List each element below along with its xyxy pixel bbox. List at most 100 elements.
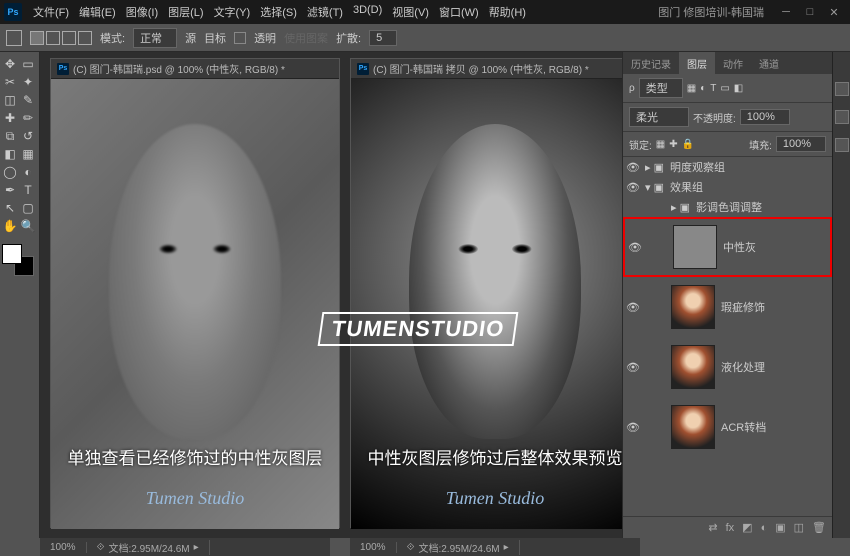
diffusion-field[interactable]: 5: [369, 30, 397, 46]
visibility-icon[interactable]: 👁: [627, 161, 639, 173]
zoom-tool[interactable]: 🔍: [20, 218, 36, 234]
dodge-tool[interactable]: ◐: [20, 164, 36, 180]
layer-group-luminosity[interactable]: 👁 ▸ ▣明度观察组: [623, 157, 832, 177]
heal-tool[interactable]: ✚: [2, 110, 18, 126]
document-tab-1[interactable]: Ps (C) 图门-韩国瑞.psd @ 100% (中性灰, RGB/8) *: [51, 59, 339, 79]
close-button[interactable]: ✕: [822, 3, 846, 21]
menu-layer[interactable]: 图层(L): [163, 4, 208, 20]
visibility-icon[interactable]: 👁: [629, 241, 641, 253]
layer-group-effects[interactable]: 👁 ▾ ▣效果组: [623, 177, 832, 197]
new-layer-icon[interactable]: ◫: [794, 521, 804, 534]
doc-info-icon[interactable]: ⟐: [407, 542, 415, 553]
filter-smart-icon[interactable]: ◧: [734, 83, 743, 94]
tab-history[interactable]: 历史记录: [623, 52, 679, 75]
visibility-icon[interactable]: 👁: [627, 421, 639, 433]
menu-edit[interactable]: 编辑(E): [74, 4, 121, 20]
menu-3d[interactable]: 3D(D): [348, 4, 387, 20]
crop-tool[interactable]: ◫: [2, 92, 18, 108]
shape-tool[interactable]: ▢: [20, 200, 36, 216]
lock-all-icon[interactable]: 🔒: [682, 139, 694, 150]
lock-pixels-icon[interactable]: ▦: [656, 139, 665, 150]
hand-tool[interactable]: ✋: [2, 218, 18, 234]
layer-thumb[interactable]: [671, 345, 715, 389]
menu-type[interactable]: 文字(Y): [209, 4, 256, 20]
layer-name[interactable]: 瑕疵修饰: [721, 299, 765, 315]
patch-new-icon[interactable]: [30, 31, 44, 45]
eyedropper-tool[interactable]: ✎: [20, 92, 36, 108]
opacity-field[interactable]: 100%: [740, 109, 790, 125]
layer-mask-icon[interactable]: ◩: [742, 521, 752, 534]
visibility-icon[interactable]: [627, 201, 639, 213]
layer-neutral-gray[interactable]: 👁 中性灰: [623, 217, 832, 277]
adjustment-layer-icon[interactable]: ◐: [761, 522, 768, 534]
patch-add-icon[interactable]: [46, 31, 60, 45]
layer-acr[interactable]: 👁 ACR转档: [623, 397, 832, 457]
zoom-field[interactable]: 100%: [40, 542, 87, 553]
menu-image[interactable]: 图像(I): [121, 4, 163, 20]
layer-fx-icon[interactable]: fx: [726, 522, 735, 534]
layer-thumb[interactable]: [671, 405, 715, 449]
layer-name[interactable]: 液化处理: [721, 359, 765, 375]
layer-blemish[interactable]: 👁 瑕疵修饰: [623, 277, 832, 337]
document-window-1[interactable]: Ps (C) 图门-韩国瑞.psd @ 100% (中性灰, RGB/8) * …: [50, 58, 340, 528]
mode-dropdown[interactable]: 正常: [133, 28, 177, 48]
visibility-icon[interactable]: 👁: [627, 181, 639, 193]
visibility-icon[interactable]: 👁: [627, 361, 639, 373]
zoom-field[interactable]: 100%: [350, 542, 397, 553]
foreground-swatch[interactable]: [2, 244, 22, 264]
menu-file[interactable]: 文件(F): [28, 4, 74, 20]
patch-int-icon[interactable]: [78, 31, 92, 45]
menu-view[interactable]: 视图(V): [387, 4, 434, 20]
maximize-button[interactable]: □: [798, 3, 822, 21]
move-tool[interactable]: ✥: [2, 56, 18, 72]
tab-channels[interactable]: 通道: [751, 52, 787, 75]
tool-preset-icon[interactable]: [6, 30, 22, 46]
filter-shape-icon[interactable]: ▭: [720, 83, 729, 94]
menu-filter[interactable]: 滤镜(T): [302, 4, 348, 20]
stamp-tool[interactable]: ⧉: [2, 128, 18, 144]
layer-adjustment[interactable]: ▸ ▣影调色调调整: [623, 197, 832, 217]
collapsed-panel-icon[interactable]: [835, 110, 849, 124]
layer-thumb[interactable]: [671, 285, 715, 329]
history-brush-tool[interactable]: ↺: [20, 128, 36, 144]
tab-layers[interactable]: 图层: [679, 52, 715, 75]
transparent-checkbox[interactable]: [234, 32, 246, 44]
type-tool[interactable]: T: [20, 182, 36, 198]
patch-sub-icon[interactable]: [62, 31, 76, 45]
visibility-icon[interactable]: 👁: [627, 301, 639, 313]
source-option[interactable]: 源: [185, 30, 196, 46]
target-option[interactable]: 目标: [204, 30, 226, 46]
layer-thumb[interactable]: [673, 225, 717, 269]
menu-help[interactable]: 帮助(H): [484, 4, 531, 20]
lasso-tool[interactable]: ✂: [2, 74, 18, 90]
delete-layer-icon[interactable]: 🗑: [812, 521, 826, 534]
layer-name[interactable]: 中性灰: [723, 239, 756, 255]
filter-image-icon[interactable]: ▦: [687, 83, 696, 94]
menu-window[interactable]: 窗口(W): [434, 4, 484, 20]
link-layers-icon[interactable]: ⇄: [708, 521, 717, 534]
blend-mode-dropdown[interactable]: 柔光: [629, 107, 689, 127]
lock-position-icon[interactable]: ✚: [669, 139, 677, 150]
doc-info-icon[interactable]: ⟐: [97, 542, 105, 553]
fill-field[interactable]: 100%: [776, 136, 826, 152]
document-tab-2[interactable]: Ps (C) 图门-韩国瑞 拷贝 @ 100% (中性灰, RGB/8) *: [351, 59, 622, 79]
filter-type-icon[interactable]: T: [710, 83, 716, 94]
wand-tool[interactable]: ✦: [20, 74, 36, 90]
pen-tool[interactable]: ✒: [2, 182, 18, 198]
blur-tool[interactable]: ◯: [2, 164, 18, 180]
brush-tool[interactable]: ✏: [20, 110, 36, 126]
gradient-tool[interactable]: ▦: [20, 146, 36, 162]
menu-select[interactable]: 选择(S): [255, 4, 302, 20]
path-tool[interactable]: ↖: [2, 200, 18, 216]
minimize-button[interactable]: ─: [774, 3, 798, 21]
tab-actions[interactable]: 动作: [715, 52, 751, 75]
layer-name[interactable]: ACR转档: [721, 419, 766, 435]
layer-liquify[interactable]: 👁 液化处理: [623, 337, 832, 397]
marquee-tool[interactable]: ▭: [20, 56, 36, 72]
collapsed-panel-icon[interactable]: [835, 82, 849, 96]
eraser-tool[interactable]: ◧: [2, 146, 18, 162]
group-icon[interactable]: ▣: [775, 521, 785, 534]
filter-kind-dropdown[interactable]: 类型: [639, 78, 683, 98]
filter-adj-icon[interactable]: ◐: [700, 83, 706, 94]
document-window-2[interactable]: Ps (C) 图门-韩国瑞 拷贝 @ 100% (中性灰, RGB/8) * 中…: [350, 58, 622, 528]
